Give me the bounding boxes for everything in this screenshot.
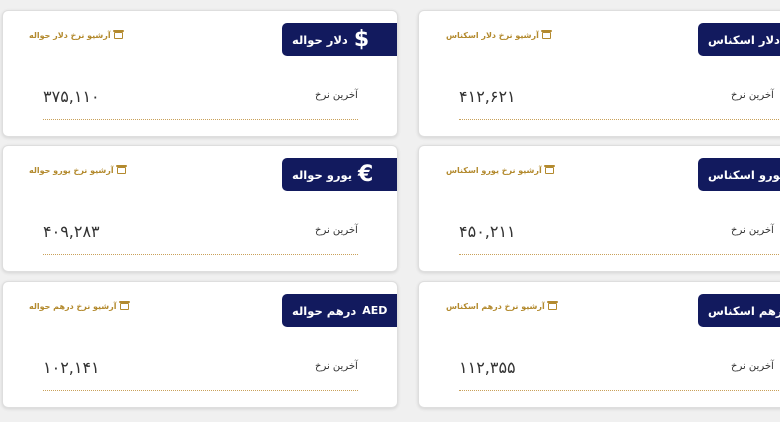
dirham-havaleh-title: درهم حواله (292, 303, 357, 318)
divider (459, 119, 779, 120)
dollar-eskenas-archive-link[interactable]: آرشیو نرخ دلار اسکناس (446, 30, 552, 40)
dirham-eskenas-value: ۱۱۲,۳۵۵ (459, 358, 516, 377)
euro-havaleh-last-rate-label: آخرین نرخ (315, 225, 358, 236)
euro-eskenas-title: یورو اسکناس (708, 167, 780, 182)
euro-eskenas-value: ۴۵۰,۲۱۱ (459, 222, 516, 241)
euro-eskenas-card: یورو اسکناس آرشیو نرخ یورو اسکناس ۴۵۰,۲۱… (418, 145, 780, 272)
dirham-havaleh-archive-link[interactable]: آرشیو نرخ درهم حواله (29, 301, 130, 311)
euro-eskenas-archive-label: آرشیو نرخ یورو اسکناس (446, 166, 542, 175)
dirham-havaleh-badge[interactable]: AED درهم حواله (282, 294, 397, 327)
aed-code-icon: AED (362, 304, 388, 317)
dirham-eskenas-archive-label: آرشیو نرخ درهم اسکناس (446, 302, 545, 311)
dirham-eskenas-title: درهم اسکناس (708, 303, 780, 318)
dollar-havaleh-archive-link[interactable]: آرشیو نرخ دلار حواله (29, 30, 124, 40)
dollar-eskenas-last-rate-label: آخرین نرخ (731, 90, 774, 101)
divider (459, 254, 779, 255)
dollar-havaleh-badge[interactable]: $ دلار حواله (282, 23, 397, 56)
dollar-havaleh-value: ۳۷۵,۱۱۰ (43, 87, 100, 106)
dollar-havaleh-archive-label: آرشیو نرخ دلار حواله (29, 31, 111, 40)
archive-box-icon (543, 165, 555, 174)
euro-havaleh-archive-label: آرشیو نرخ یورو حواله (29, 166, 114, 175)
divider (43, 390, 358, 391)
euro-havaleh-badge[interactable]: € یورو حواله (282, 158, 397, 191)
divider (459, 390, 779, 391)
euro-eskenas-last-rate-label: آخرین نرخ (731, 225, 774, 236)
dirham-havaleh-card: AED درهم حواله آرشیو نرخ درهم حواله ۱۰۲,… (2, 281, 398, 408)
dirham-eskenas-card: درهم اسکناس آرشیو نرخ درهم اسکناس ۱۱۲,۳۵… (418, 281, 780, 408)
archive-box-icon (112, 30, 124, 39)
euro-sign-icon: € (358, 161, 374, 187)
archive-box-icon (546, 301, 558, 310)
euro-havaleh-value: ۴۰۹,۲۸۳ (43, 222, 100, 241)
dollar-eskenas-archive-label: آرشیو نرخ دلار اسکناس (446, 31, 539, 40)
divider (43, 119, 358, 120)
dirham-eskenas-badge[interactable]: درهم اسکناس (698, 294, 780, 327)
dollar-eskenas-value: ۴۱۲,۶۲۱ (459, 87, 516, 106)
dirham-eskenas-last-rate-label: آخرین نرخ (731, 361, 774, 372)
dollar-eskenas-title: دلار اسکناس (708, 32, 780, 47)
archive-box-icon (540, 30, 552, 39)
dirham-havaleh-archive-label: آرشیو نرخ درهم حواله (29, 302, 117, 311)
dollar-havaleh-title: دلار حواله (292, 32, 348, 47)
dirham-havaleh-value: ۱۰۲,۱۴۱ (43, 358, 100, 377)
archive-box-icon (118, 301, 130, 310)
dollar-eskenas-card: دلار اسکناس آرشیو نرخ دلار اسکناس ۴۱۲,۶۲… (418, 10, 780, 137)
archive-box-icon (115, 165, 127, 174)
dollar-havaleh-card: $ دلار حواله آرشیو نرخ دلار حواله ۳۷۵,۱۱… (2, 10, 398, 137)
dollar-havaleh-last-rate-label: آخرین نرخ (315, 90, 358, 101)
euro-eskenas-badge[interactable]: یورو اسکناس (698, 158, 780, 191)
euro-eskenas-archive-link[interactable]: آرشیو نرخ یورو اسکناس (446, 165, 555, 175)
dollar-eskenas-badge[interactable]: دلار اسکناس (698, 23, 780, 56)
dollar-sign-icon: $ (353, 26, 370, 52)
divider (43, 254, 358, 255)
dirham-eskenas-archive-link[interactable]: آرشیو نرخ درهم اسکناس (446, 301, 558, 311)
euro-havaleh-archive-link[interactable]: آرشیو نرخ یورو حواله (29, 165, 127, 175)
dirham-havaleh-last-rate-label: آخرین نرخ (315, 361, 358, 372)
euro-havaleh-title: یورو حواله (292, 167, 353, 182)
euro-havaleh-card: € یورو حواله آرشیو نرخ یورو حواله ۴۰۹,۲۸… (2, 145, 398, 272)
